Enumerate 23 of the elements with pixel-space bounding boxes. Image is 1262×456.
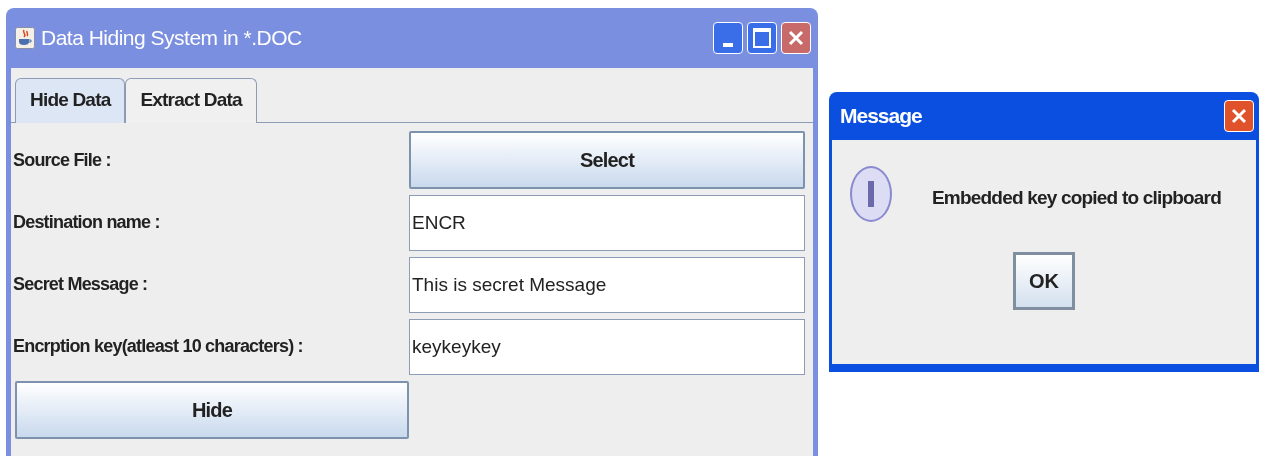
input-field[interactable]: This is secret Message — [409, 257, 805, 313]
field-label: Secret Message : — [12, 272, 149, 296]
input-field[interactable]: ENCR — [409, 195, 805, 251]
close-icon — [1229, 106, 1249, 126]
maximize-button[interactable] — [747, 22, 777, 54]
dialog-title: Message — [840, 104, 922, 128]
tab[interactable]: Extract Data — [125, 78, 257, 123]
info-icon — [850, 166, 892, 222]
input-field[interactable]: keykeykey — [409, 319, 805, 375]
select-button[interactable]: Select — [409, 131, 805, 189]
minimize-button[interactable] — [713, 22, 743, 54]
coffee-cup-icon — [15, 27, 35, 49]
window-title: Data Hiding System in *.DOC — [41, 26, 302, 50]
field-label: Destination name : — [12, 210, 161, 234]
close-button[interactable] — [1224, 100, 1254, 132]
close-icon — [786, 28, 806, 48]
field-label: Source File : — [12, 148, 112, 172]
field-label: Encrption key(atleast 10 characters) : — [12, 334, 304, 358]
ok-button[interactable]: OK — [1013, 252, 1075, 310]
hide-button[interactable]: Hide — [15, 381, 409, 439]
close-button[interactable] — [781, 22, 811, 54]
tab[interactable]: Hide Data — [15, 78, 126, 123]
message-text: Embedded key copied to clipboard — [932, 187, 1221, 209]
